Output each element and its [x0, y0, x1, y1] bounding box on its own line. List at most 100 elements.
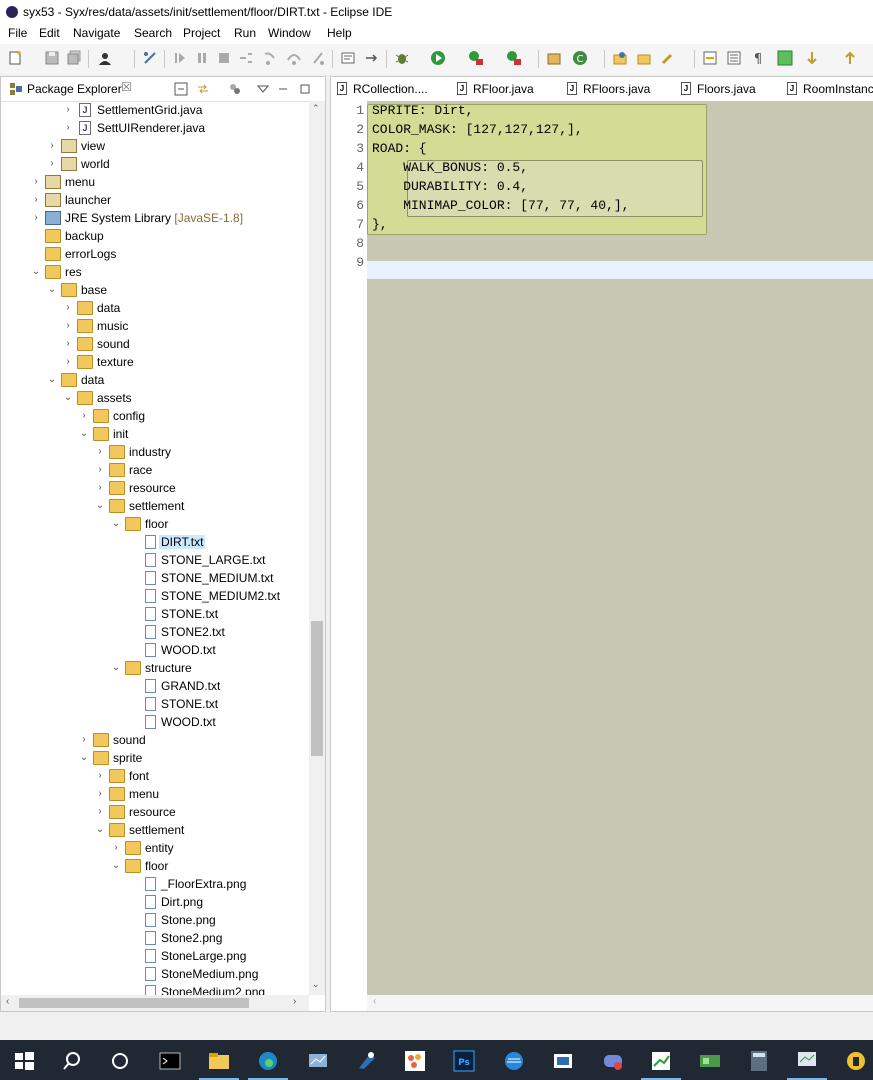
- chevron-right-icon[interactable]: ›: [63, 356, 73, 368]
- filters-icon[interactable]: [228, 82, 242, 96]
- minimize-icon[interactable]: [277, 83, 289, 95]
- tree-item[interactable]: › config: [1, 407, 309, 425]
- tab-rcollection[interactable]: J RCollection....: [331, 77, 441, 101]
- coverage-icon[interactable]: [468, 50, 484, 66]
- chevron-right-icon[interactable]: ›: [63, 104, 73, 116]
- tree-item[interactable]: Dirt.png: [1, 893, 309, 911]
- scroll-down-icon[interactable]: ⌄: [312, 979, 320, 990]
- tree-item[interactable]: › launcher: [1, 191, 309, 209]
- run-icon[interactable]: [430, 50, 446, 66]
- tree-item[interactable]: ⌄ sprite: [1, 749, 309, 767]
- console-icon[interactable]: [340, 50, 356, 66]
- tree-item[interactable]: ⌄ base: [1, 281, 309, 299]
- code-area[interactable]: SPRITE: Dirt, COLOR_MASK: [127,127,127,],…: [367, 101, 873, 995]
- new-java-class-icon[interactable]: C: [572, 50, 588, 66]
- open-folder-icon[interactable]: [636, 50, 652, 66]
- menu-file[interactable]: File: [8, 26, 27, 40]
- skip-all-breakpoints-icon[interactable]: [364, 50, 380, 66]
- tree-item[interactable]: STONE_LARGE.txt: [1, 551, 309, 569]
- edge-icon[interactable]: [257, 1050, 279, 1072]
- file-explorer-icon[interactable]: [208, 1050, 230, 1072]
- photoshop-icon[interactable]: Ps: [453, 1050, 475, 1072]
- tree-item[interactable]: › texture: [1, 353, 309, 371]
- toggle-mark-occurrences-icon[interactable]: [702, 50, 718, 66]
- toggle-block-selection-icon[interactable]: [726, 50, 742, 66]
- tree-item[interactable]: › JRE System Library [JavaSE-1.8]: [1, 209, 309, 227]
- tree-item[interactable]: › sound: [1, 335, 309, 353]
- app2-icon[interactable]: [552, 1050, 574, 1072]
- tree-item[interactable]: STONE2.txt: [1, 623, 309, 641]
- tree-item[interactable]: Stone2.png: [1, 929, 309, 947]
- chevron-right-icon[interactable]: ›: [95, 788, 105, 800]
- tree-item[interactable]: StoneLarge.png: [1, 947, 309, 965]
- menu-search[interactable]: Search: [134, 26, 172, 40]
- terminate-icon[interactable]: [216, 50, 232, 66]
- tree-item[interactable]: DIRT.txt: [1, 533, 309, 551]
- cortana-icon[interactable]: [109, 1050, 131, 1072]
- menu-run[interactable]: Run: [234, 26, 256, 40]
- tree-item[interactable]: › menu: [1, 173, 309, 191]
- discord-icon[interactable]: [602, 1050, 624, 1072]
- new-java-package-icon[interactable]: [546, 50, 562, 66]
- tree-item[interactable]: ⌄ structure: [1, 659, 309, 677]
- debug-icon[interactable]: [394, 50, 410, 66]
- tree-item[interactable]: STONE.txt: [1, 605, 309, 623]
- chevron-right-icon[interactable]: ›: [95, 806, 105, 818]
- chevron-right-icon[interactable]: ›: [47, 158, 57, 170]
- next-annotation-icon[interactable]: [804, 50, 820, 66]
- tree-item[interactable]: ⌄ settlement: [1, 821, 309, 839]
- collapse-all-icon[interactable]: [174, 82, 188, 96]
- tree-scroll-thumb[interactable]: [311, 621, 323, 756]
- chevron-down-icon[interactable]: ⌄: [95, 500, 105, 512]
- sheet-icon[interactable]: [650, 1050, 672, 1072]
- search-icon[interactable]: [61, 1050, 83, 1072]
- chevron-right-icon[interactable]: ›: [47, 140, 57, 152]
- view-menu-icon[interactable]: [257, 84, 269, 94]
- terminal-icon[interactable]: [159, 1050, 181, 1072]
- chevron-down-icon[interactable]: ⌄: [47, 374, 57, 386]
- tree-item[interactable]: ⌄ settlement: [1, 497, 309, 515]
- chevron-right-icon[interactable]: ›: [95, 446, 105, 458]
- paint-icon[interactable]: [404, 1050, 426, 1072]
- scroll-right-icon[interactable]: ›: [293, 996, 296, 1007]
- chevron-right-icon[interactable]: ›: [111, 842, 121, 854]
- previous-annotation-icon[interactable]: [842, 50, 858, 66]
- chevron-down-icon[interactable]: ⌄: [95, 824, 105, 836]
- tree-item[interactable]: _FloorExtra.png: [1, 875, 309, 893]
- chevron-right-icon[interactable]: ›: [31, 194, 41, 206]
- step-return-icon[interactable]: [310, 50, 326, 66]
- close-tab-icon[interactable]: ☒: [121, 80, 132, 94]
- toggle-highlight-icon[interactable]: [777, 50, 793, 66]
- tree-item[interactable]: errorLogs: [1, 245, 309, 263]
- search-tool-icon[interactable]: [660, 50, 676, 66]
- chevron-down-icon[interactable]: ⌄: [31, 266, 41, 278]
- tree-item[interactable]: › view: [1, 137, 309, 155]
- calculator-icon[interactable]: [748, 1050, 770, 1072]
- menu-navigate[interactable]: Navigate: [73, 26, 120, 40]
- step-over-icon[interactable]: [286, 50, 302, 66]
- tree-item[interactable]: › data: [1, 299, 309, 317]
- messenger-icon[interactable]: [503, 1050, 525, 1072]
- save-icon[interactable]: [44, 50, 60, 66]
- menu-help[interactable]: Help: [327, 26, 352, 40]
- menu-edit[interactable]: Edit: [39, 26, 60, 40]
- chevron-down-icon[interactable]: ⌄: [63, 392, 73, 404]
- chevron-right-icon[interactable]: ›: [95, 464, 105, 476]
- link-with-editor-icon[interactable]: [196, 82, 210, 96]
- tab-floors[interactable]: J Floors.java: [675, 77, 775, 101]
- tree-item[interactable]: › J SettlementGrid.java: [1, 101, 309, 119]
- tree-horizontal-scrollbar[interactable]: ‹ ›: [1, 995, 309, 1011]
- tree-item[interactable]: › J SettUIRenderer.java: [1, 119, 309, 137]
- chevron-right-icon[interactable]: ›: [95, 482, 105, 494]
- tree-vertical-scrollbar[interactable]: ⌃ ⌄: [309, 101, 325, 995]
- tree-item[interactable]: ⌄ data: [1, 371, 309, 389]
- tree-item[interactable]: › resource: [1, 479, 309, 497]
- new-icon[interactable]: [8, 50, 24, 66]
- tree-item[interactable]: backup: [1, 227, 309, 245]
- tree-item[interactable]: Stone.png: [1, 911, 309, 929]
- tree-item[interactable]: › sound: [1, 731, 309, 749]
- chevron-right-icon[interactable]: ›: [31, 212, 41, 224]
- chevron-right-icon[interactable]: ›: [79, 410, 89, 422]
- toggle-breakpoint-icon[interactable]: [142, 50, 158, 66]
- scroll-up-icon[interactable]: ⌃: [312, 103, 320, 114]
